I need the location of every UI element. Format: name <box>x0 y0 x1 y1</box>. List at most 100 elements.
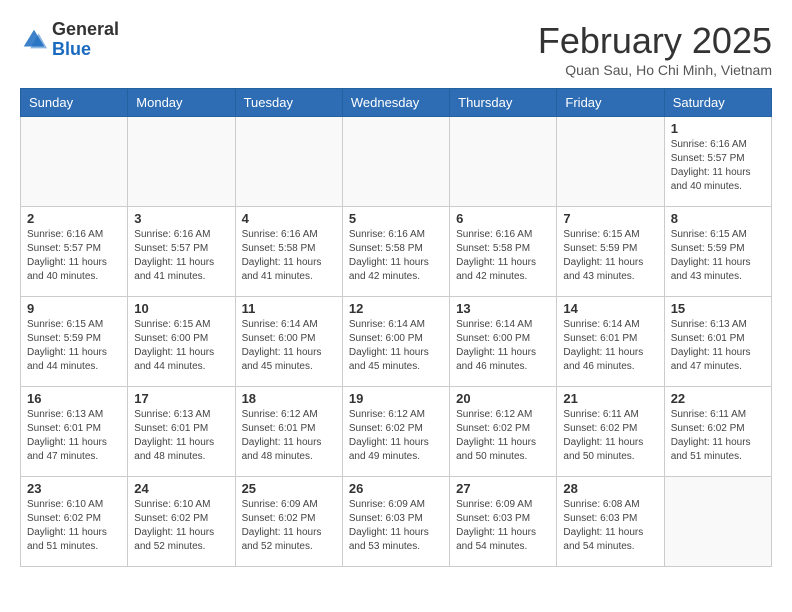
day-info: Sunrise: 6:16 AMSunset: 5:57 PMDaylight:… <box>27 228 121 284</box>
day-info: Sunrise: 6:12 AMSunset: 6:02 PMDaylight:… <box>456 408 550 464</box>
weekday-header: Wednesday <box>342 89 449 117</box>
calendar-week-row: 1 Sunrise: 6:16 AMSunset: 5:57 PMDaylight… <box>21 117 772 207</box>
day-number: 18 <box>242 391 336 406</box>
calendar-day-cell: 25Sunrise: 6:09 AMSunset: 6:02 PMDayligh… <box>235 477 342 567</box>
calendar-header-row: SundayMondayTuesdayWednesdayThursdayFrid… <box>21 89 772 117</box>
day-info: Sunrise: 6:14 AMSunset: 6:00 PMDaylight:… <box>349 318 443 374</box>
day-info: Sunrise: 6:15 AMSunset: 5:59 PMDaylight:… <box>563 228 657 284</box>
calendar-week-row: 16Sunrise: 6:13 AMSunset: 6:01 PMDayligh… <box>21 387 772 477</box>
day-number: 10 <box>134 301 228 316</box>
location: Quan Sau, Ho Chi Minh, Vietnam <box>538 62 772 78</box>
day-info: Sunrise: 6:14 AMSunset: 6:00 PMDaylight:… <box>456 318 550 374</box>
day-number: 19 <box>349 391 443 406</box>
day-number: 3 <box>134 211 228 226</box>
calendar-week-row: 9 Sunrise: 6:15 AMSunset: 5:59 PMDaylight… <box>21 297 772 387</box>
calendar-day-cell: 13 Sunrise: 6:14 AMSunset: 6:00 PMDayligh… <box>450 297 557 387</box>
day-number: 2 <box>27 211 121 226</box>
day-info: Sunrise: 6:16 AMSunset: 5:58 PMDaylight:… <box>242 228 336 284</box>
calendar-day-cell <box>21 117 128 207</box>
day-number: 26 <box>349 481 443 496</box>
calendar-day-cell: 27Sunrise: 6:09 AMSunset: 6:03 PMDayligh… <box>450 477 557 567</box>
day-info: Sunrise: 6:15 AMSunset: 5:59 PMDaylight:… <box>671 228 765 284</box>
day-number: 8 <box>671 211 765 226</box>
day-number: 4 <box>242 211 336 226</box>
calendar-day-cell: 21 Sunrise: 6:11 AMSunset: 6:02 PMDayligh… <box>557 387 664 477</box>
day-info: Sunrise: 6:11 AMSunset: 6:02 PMDaylight:… <box>563 408 657 464</box>
calendar-week-row: 23 Sunrise: 6:10 AMSunset: 6:02 PMDayligh… <box>21 477 772 567</box>
weekday-header: Friday <box>557 89 664 117</box>
day-info: Sunrise: 6:15 AMSunset: 6:00 PMDaylight:… <box>134 318 228 374</box>
title-section: February 2025 Quan Sau, Ho Chi Minh, Vie… <box>538 20 772 78</box>
weekday-header: Thursday <box>450 89 557 117</box>
day-info: Sunrise: 6:13 AMSunset: 6:01 PMDaylight:… <box>671 318 765 374</box>
calendar-day-cell: 24Sunrise: 6:10 AMSunset: 6:02 PMDayligh… <box>128 477 235 567</box>
day-info: Sunrise: 6:13 AMSunset: 6:01 PMDaylight:… <box>27 408 121 464</box>
day-info: Sunrise: 6:16 AMSunset: 5:57 PMDaylight:… <box>671 138 765 194</box>
calendar-day-cell: 17 Sunrise: 6:13 AMSunset: 6:01 PMDayligh… <box>128 387 235 477</box>
calendar-day-cell <box>557 117 664 207</box>
calendar-day-cell <box>450 117 557 207</box>
day-number: 9 <box>27 301 121 316</box>
page-header: General Blue February 2025 Quan Sau, Ho … <box>20 20 772 78</box>
day-info: Sunrise: 6:16 AMSunset: 5:58 PMDaylight:… <box>349 228 443 284</box>
calendar-day-cell: 23 Sunrise: 6:10 AMSunset: 6:02 PMDayligh… <box>21 477 128 567</box>
calendar-day-cell: 5 Sunrise: 6:16 AMSunset: 5:58 PMDaylight… <box>342 207 449 297</box>
day-number: 14 <box>563 301 657 316</box>
weekday-header: Tuesday <box>235 89 342 117</box>
calendar-day-cell: 1 Sunrise: 6:16 AMSunset: 5:57 PMDaylight… <box>664 117 771 207</box>
day-info: Sunrise: 6:12 AMSunset: 6:02 PMDaylight:… <box>349 408 443 464</box>
calendar-day-cell <box>342 117 449 207</box>
calendar-day-cell: 15 Sunrise: 6:13 AMSunset: 6:01 PMDayligh… <box>664 297 771 387</box>
calendar-day-cell: 12 Sunrise: 6:14 AMSunset: 6:00 PMDayligh… <box>342 297 449 387</box>
weekday-header: Sunday <box>21 89 128 117</box>
calendar-day-cell: 10 Sunrise: 6:15 AMSunset: 6:00 PMDayligh… <box>128 297 235 387</box>
day-number: 28 <box>563 481 657 496</box>
month-title: February 2025 <box>538 20 772 62</box>
calendar-day-cell: 18 Sunrise: 6:12 AMSunset: 6:01 PMDayligh… <box>235 387 342 477</box>
day-number: 22 <box>671 391 765 406</box>
day-number: 27 <box>456 481 550 496</box>
day-number: 1 <box>671 121 765 136</box>
weekday-header: Monday <box>128 89 235 117</box>
calendar-day-cell: 14 Sunrise: 6:14 AMSunset: 6:01 PMDayligh… <box>557 297 664 387</box>
calendar-day-cell: 16Sunrise: 6:13 AMSunset: 6:01 PMDayligh… <box>21 387 128 477</box>
day-info: Sunrise: 6:12 AMSunset: 6:01 PMDaylight:… <box>242 408 336 464</box>
day-number: 25 <box>242 481 336 496</box>
calendar-day-cell: 22 Sunrise: 6:11 AMSunset: 6:02 PMDayligh… <box>664 387 771 477</box>
calendar-day-cell: 26 Sunrise: 6:09 AMSunset: 6:03 PMDayligh… <box>342 477 449 567</box>
day-info: Sunrise: 6:10 AMSunset: 6:02 PMDaylight:… <box>134 498 228 554</box>
calendar-day-cell <box>235 117 342 207</box>
day-info: Sunrise: 6:09 AMSunset: 6:03 PMDaylight:… <box>349 498 443 554</box>
day-info: Sunrise: 6:13 AMSunset: 6:01 PMDaylight:… <box>134 408 228 464</box>
calendar-day-cell: 7 Sunrise: 6:15 AMSunset: 5:59 PMDaylight… <box>557 207 664 297</box>
day-info: Sunrise: 6:14 AMSunset: 6:00 PMDaylight:… <box>242 318 336 374</box>
day-number: 7 <box>563 211 657 226</box>
day-number: 17 <box>134 391 228 406</box>
day-info: Sunrise: 6:14 AMSunset: 6:01 PMDaylight:… <box>563 318 657 374</box>
logo-text: General Blue <box>52 20 119 60</box>
day-number: 5 <box>349 211 443 226</box>
day-number: 12 <box>349 301 443 316</box>
day-info: Sunrise: 6:16 AMSunset: 5:57 PMDaylight:… <box>134 228 228 284</box>
logo-icon <box>20 26 48 54</box>
day-info: Sunrise: 6:15 AMSunset: 5:59 PMDaylight:… <box>27 318 121 374</box>
calendar-day-cell: 3 Sunrise: 6:16 AMSunset: 5:57 PMDaylight… <box>128 207 235 297</box>
calendar-day-cell: 20 Sunrise: 6:12 AMSunset: 6:02 PMDayligh… <box>450 387 557 477</box>
day-info: Sunrise: 6:10 AMSunset: 6:02 PMDaylight:… <box>27 498 121 554</box>
day-number: 6 <box>456 211 550 226</box>
calendar-table: SundayMondayTuesdayWednesdayThursdayFrid… <box>20 88 772 567</box>
day-number: 15 <box>671 301 765 316</box>
calendar-day-cell: 19 Sunrise: 6:12 AMSunset: 6:02 PMDayligh… <box>342 387 449 477</box>
day-info: Sunrise: 6:11 AMSunset: 6:02 PMDaylight:… <box>671 408 765 464</box>
day-number: 11 <box>242 301 336 316</box>
day-number: 23 <box>27 481 121 496</box>
calendar-day-cell: 4 Sunrise: 6:16 AMSunset: 5:58 PMDaylight… <box>235 207 342 297</box>
calendar-day-cell: 8 Sunrise: 6:15 AMSunset: 5:59 PMDaylight… <box>664 207 771 297</box>
calendar-day-cell: 28Sunrise: 6:08 AMSunset: 6:03 PMDayligh… <box>557 477 664 567</box>
day-number: 20 <box>456 391 550 406</box>
calendar-day-cell <box>664 477 771 567</box>
day-number: 13 <box>456 301 550 316</box>
weekday-header: Saturday <box>664 89 771 117</box>
calendar-week-row: 2 Sunrise: 6:16 AMSunset: 5:57 PMDaylight… <box>21 207 772 297</box>
day-number: 21 <box>563 391 657 406</box>
